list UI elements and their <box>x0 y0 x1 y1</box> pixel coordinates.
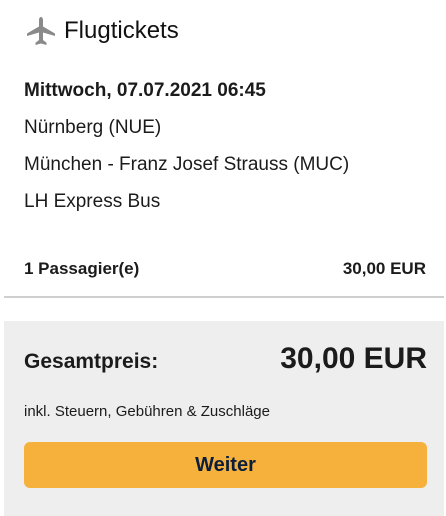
section-header: Flugtickets <box>24 14 179 48</box>
page-title: Flugtickets <box>64 17 179 44</box>
departure-datetime: Mittwoch, 07.07.2021 06:45 <box>24 80 266 101</box>
total-price-label: Gesamtpreis: <box>24 350 159 373</box>
carrier-name: LH Express Bus <box>24 191 161 212</box>
price-summary: Gesamtpreis: 30,00 EUR inkl. Steuern, Ge… <box>4 321 444 516</box>
destination-airport: München - Franz Josef Strauss (MUC) <box>24 154 350 175</box>
passenger-price-row: 1 Passagier(e) 30,00 EUR <box>24 256 426 282</box>
divider <box>4 296 444 298</box>
origin-airport: Nürnberg (NUE) <box>24 117 162 138</box>
passenger-count: 1 Passagier(e) <box>24 259 140 278</box>
tax-note: inkl. Steuern, Gebühren & Zuschläge <box>24 403 270 420</box>
flight-details: Mittwoch, 07.07.2021 06:45 Nürnberg (NUE… <box>24 77 426 225</box>
continue-button-label: Weiter <box>195 453 256 476</box>
total-price-value: 30,00 EUR <box>280 342 427 375</box>
passenger-price: 30,00 EUR <box>342 259 426 278</box>
flight-ticket-summary: Flugtickets Mittwoch, 07.07.2021 06:45 N… <box>0 0 446 516</box>
continue-button[interactable]: Weiter <box>24 442 427 488</box>
airplane-icon <box>27 17 55 45</box>
